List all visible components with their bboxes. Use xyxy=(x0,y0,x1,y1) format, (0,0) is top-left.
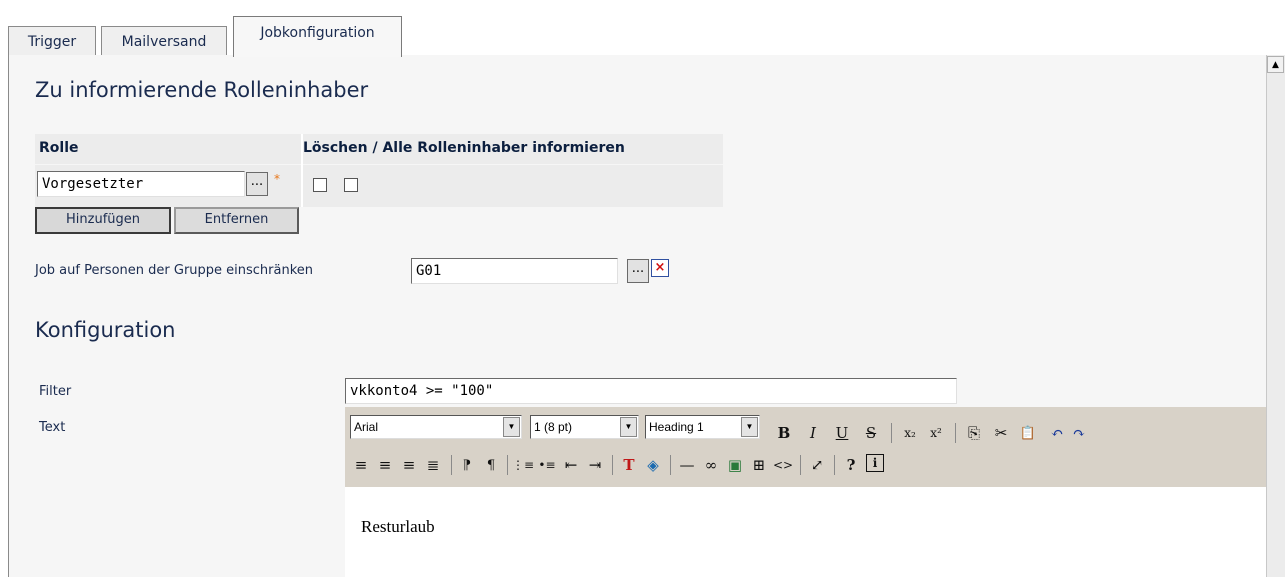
add-button[interactable]: Hinzufügen xyxy=(35,207,171,234)
rtl-icon[interactable]: ¶ xyxy=(480,454,502,476)
role-input[interactable]: Vorgesetzter xyxy=(37,171,245,197)
filter-label: Filter xyxy=(39,384,72,399)
tab-jobkonfiguration[interactable]: Jobkonfiguration xyxy=(233,16,402,57)
delete-checkbox[interactable] xyxy=(313,178,327,192)
outdent-icon[interactable]: ⇤ xyxy=(560,454,582,476)
tab-bar: Trigger Mailversand Jobkonfiguration xyxy=(8,16,1285,57)
underline-icon[interactable]: U xyxy=(831,422,853,444)
tab-mailversand[interactable]: Mailversand xyxy=(101,26,227,56)
required-mark: * xyxy=(274,172,280,186)
align-center-icon[interactable]: ≡ xyxy=(374,454,396,476)
superscript-icon[interactable]: x² xyxy=(925,422,947,444)
bold-icon[interactable]: B xyxy=(773,422,795,444)
toolbar-divider xyxy=(800,455,801,475)
text-label: Text xyxy=(39,420,66,435)
toolbar-divider xyxy=(834,455,835,475)
group-input[interactable]: G01 xyxy=(411,258,618,284)
unordered-list-icon[interactable]: •≡ xyxy=(536,454,558,476)
subscript-icon[interactable]: x₂ xyxy=(899,422,921,444)
size-select[interactable]: 1 (8 pt) ▼ xyxy=(530,415,639,439)
toolbar-divider xyxy=(670,455,671,475)
align-right-icon[interactable]: ≡ xyxy=(398,454,420,476)
fullscreen-icon[interactable]: ⤢ xyxy=(806,454,828,476)
toolbar-divider xyxy=(451,455,452,475)
about-icon[interactable]: i xyxy=(866,454,884,472)
ordered-list-icon[interactable]: ⋮≡ xyxy=(512,454,534,476)
background-color-icon[interactable]: ◈ xyxy=(642,454,664,476)
roles-table-header: Rolle Löschen / Alle Rolleninhaber infor… xyxy=(35,134,723,164)
vertical-scrollbar[interactable] xyxy=(1266,55,1285,577)
cut-icon[interactable]: ✂ xyxy=(990,422,1012,444)
column-header-flags: Löschen / Alle Rolleninhaber informieren xyxy=(303,140,625,156)
font-select[interactable]: Arial ▼ xyxy=(350,415,522,439)
format-select[interactable]: Heading 1 ▼ xyxy=(645,415,760,439)
configuration-title: Konfiguration xyxy=(35,318,176,342)
help-icon[interactable]: ? xyxy=(840,454,862,476)
chevron-down-icon[interactable]: ▼ xyxy=(741,417,758,437)
roles-section-title: Zu informierende Rolleninhaber xyxy=(35,78,369,102)
horizontal-rule-icon[interactable]: — xyxy=(676,454,698,476)
image-icon[interactable]: ▣ xyxy=(724,454,746,476)
format-select-value: Heading 1 xyxy=(649,420,704,434)
size-select-value: 1 (8 pt) xyxy=(534,420,573,434)
undo-icon[interactable]: ↶ xyxy=(1046,422,1068,444)
scroll-up-icon[interactable]: ▲ xyxy=(1267,56,1284,73)
table-icon[interactable]: ⊞ xyxy=(748,454,770,476)
italic-icon[interactable]: I xyxy=(802,422,824,444)
chevron-down-icon[interactable]: ▼ xyxy=(620,417,637,437)
clear-icon[interactable]: × xyxy=(651,259,669,277)
toolbar-divider xyxy=(612,455,613,475)
align-left-icon[interactable]: ≡ xyxy=(350,454,372,476)
remove-button[interactable]: Entfernen xyxy=(174,207,299,234)
column-header-role: Rolle xyxy=(39,140,79,156)
group-browse-button[interactable]: ... xyxy=(627,259,649,283)
toolbar-divider xyxy=(891,423,892,443)
role-browse-button[interactable]: ... xyxy=(246,172,268,196)
link-icon[interactable]: ∞ xyxy=(700,454,722,476)
indent-icon[interactable]: ⇥ xyxy=(584,454,606,476)
editor-content-area[interactable]: Resturlaub xyxy=(345,487,1266,577)
ltr-icon[interactable]: ⁋ xyxy=(456,454,478,476)
chevron-down-icon[interactable]: ▼ xyxy=(503,417,520,437)
column-divider xyxy=(301,134,303,207)
inform-all-checkbox[interactable] xyxy=(344,178,358,192)
strikethrough-icon[interactable]: S xyxy=(860,422,882,444)
copy-icon[interactable]: ⎘ xyxy=(963,422,985,444)
editor-text[interactable]: Resturlaub xyxy=(361,517,435,537)
group-restriction-label: Job auf Personen der Gruppe einschränken xyxy=(35,263,314,278)
text-color-icon[interactable]: T xyxy=(618,454,640,476)
paste-icon[interactable]: 📋 xyxy=(1017,422,1039,444)
redo-icon[interactable]: ↷ xyxy=(1068,422,1090,444)
toolbar-divider xyxy=(955,423,956,443)
filter-input[interactable]: vkkonto4 >= "100" xyxy=(345,378,957,404)
align-justify-icon[interactable]: ≣ xyxy=(422,454,444,476)
font-select-value: Arial xyxy=(354,420,379,434)
tab-trigger[interactable]: Trigger xyxy=(8,26,96,56)
toolbar-divider xyxy=(507,455,508,475)
source-icon[interactable]: <> xyxy=(772,454,794,476)
